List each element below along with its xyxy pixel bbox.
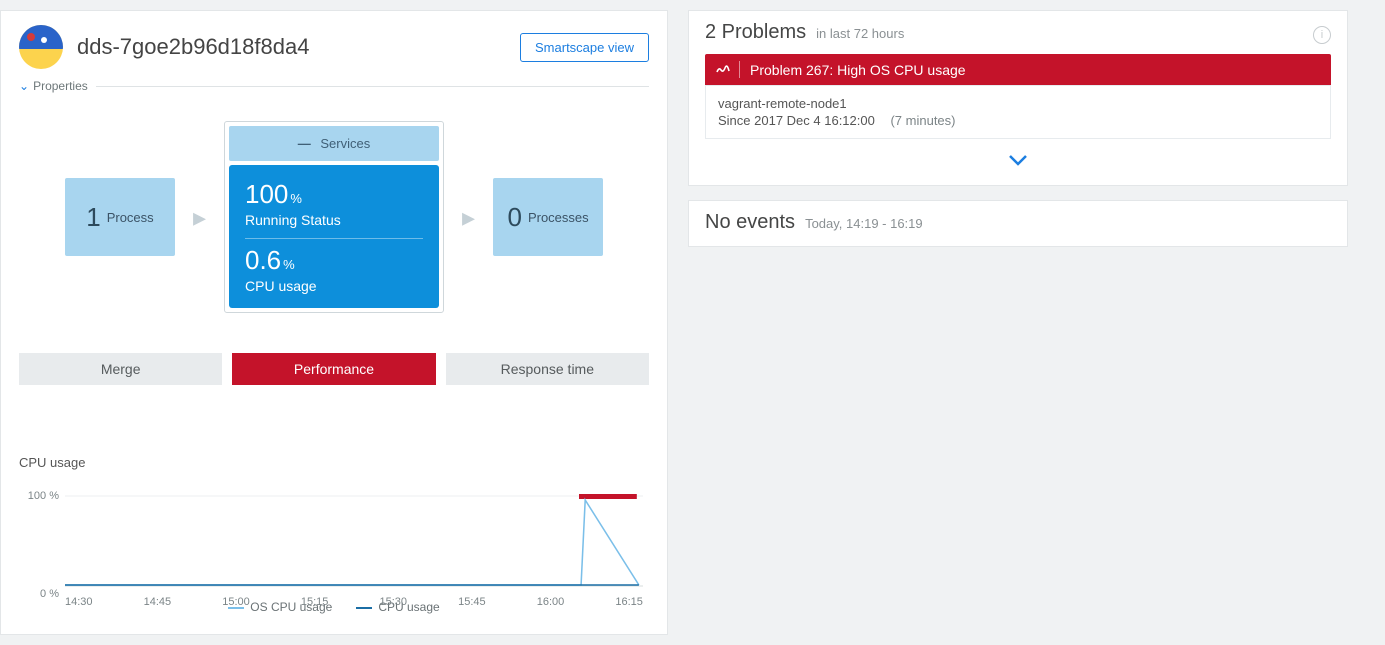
x-tick: 15:15: [301, 596, 329, 608]
problems-title: 2 Problems: [705, 21, 806, 44]
incoming-count: 1: [86, 202, 100, 233]
main-metric-tile[interactable]: 100% Running Status 0.6% CPU usage: [229, 165, 439, 308]
page-title: dds-7goe2b96d18f8da4: [77, 34, 309, 60]
x-tick: 14:30: [65, 596, 93, 608]
expand-problems-button[interactable]: [705, 147, 1331, 173]
info-icon[interactable]: i: [1313, 26, 1331, 44]
incoming-process-tile[interactable]: 1 Process: [65, 178, 175, 256]
outgoing-process-tile[interactable]: 0 Processes: [493, 178, 603, 256]
smartscape-view-button[interactable]: Smartscape view: [520, 33, 649, 62]
arrow-right-icon: ▸: [193, 202, 206, 233]
x-tick: 15:30: [380, 596, 408, 608]
services-label: Services: [320, 136, 370, 151]
entity-avatar-icon: [19, 25, 63, 69]
entity-panel: dds-7goe2b96d18f8da4 Smartscape view ⌄ P…: [0, 10, 668, 635]
x-tick: 16:15: [615, 596, 643, 608]
x-axis: 14:30 14:45 15:00 15:15 15:30 15:45 16:0…: [65, 596, 643, 608]
problem-header-text: Problem 267: High OS CPU usage: [750, 62, 966, 78]
metric1-unit: %: [290, 191, 302, 206]
metric1-label: Running Status: [245, 212, 423, 228]
chevron-down-icon: ⌄: [19, 79, 29, 93]
metric2-value: 0.6: [245, 245, 281, 275]
problem-duration: (7 minutes): [890, 113, 955, 128]
alert-icon: [715, 61, 740, 78]
events-panel: No events Today, 14:19 - 16:19: [688, 200, 1348, 247]
y-tick-bottom: 0 %: [40, 588, 59, 600]
incoming-label: Process: [107, 210, 154, 225]
problem-since: Since 2017 Dec 4 16:12:00: [718, 113, 875, 128]
events-title: No events: [705, 211, 795, 234]
problems-panel: 2 Problems in last 72 hours i Problem 26…: [688, 10, 1348, 186]
metric2-unit: %: [283, 257, 295, 272]
x-tick: 15:00: [222, 596, 250, 608]
x-tick: 16:00: [537, 596, 565, 608]
tab-merge[interactable]: Merge: [19, 353, 222, 385]
cpu-usage-chart[interactable]: 100 % 0 % 14:30 14:45 15:00 15:15 15:30 …: [65, 490, 643, 590]
chart-svg: [65, 490, 643, 590]
divider: [245, 238, 423, 239]
minus-icon: —: [298, 136, 313, 151]
outgoing-label: Processes: [528, 210, 589, 225]
divider: [96, 86, 649, 87]
problem-host: vagrant-remote-node1: [718, 96, 1318, 111]
tab-performance[interactable]: Performance: [232, 353, 435, 385]
x-tick: 14:45: [144, 596, 172, 608]
problems-subtitle: in last 72 hours: [816, 26, 904, 41]
properties-toggle[interactable]: ⌄ Properties: [19, 79, 649, 93]
x-tick: 15:45: [458, 596, 486, 608]
focus-group: — Services 100% Running Status 0.6% CPU …: [224, 121, 444, 313]
tab-response-time[interactable]: Response time: [446, 353, 649, 385]
y-tick-top: 100 %: [28, 490, 59, 502]
problem-body[interactable]: vagrant-remote-node1 Since 2017 Dec 4 16…: [705, 85, 1331, 139]
problem-header-bar[interactable]: Problem 267: High OS CPU usage: [705, 54, 1331, 85]
metric1-value: 100: [245, 179, 288, 209]
chart-title: CPU usage: [19, 455, 649, 470]
properties-label: Properties: [33, 79, 88, 93]
outgoing-count: 0: [507, 202, 521, 233]
services-tile[interactable]: — Services: [229, 126, 439, 161]
metric-tabs: Merge Performance Response time: [19, 353, 649, 385]
topology-row: 1 Process ▸ — Services 100% Running Stat…: [19, 121, 649, 313]
metric2-label: CPU usage: [245, 278, 423, 294]
events-subtitle: Today, 14:19 - 16:19: [805, 216, 923, 231]
arrow-right-icon: ▸: [462, 202, 475, 233]
